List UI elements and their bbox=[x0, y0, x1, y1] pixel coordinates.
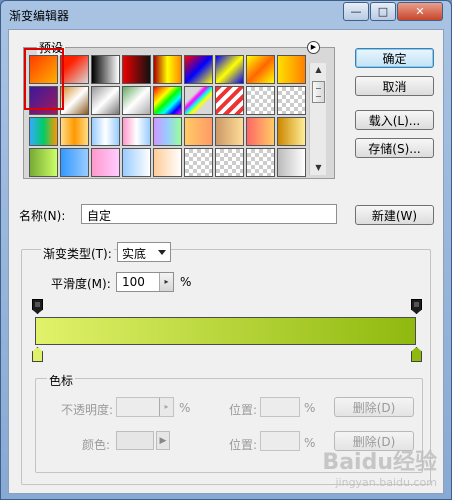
stop-position-label-1: 位置: bbox=[229, 403, 258, 417]
stop-position-input-1[interactable] bbox=[260, 397, 300, 417]
presets-menu-arrow-icon[interactable]: ▶ bbox=[307, 41, 320, 54]
preset-swatch[interactable] bbox=[215, 86, 244, 115]
close-button[interactable]: ✕ bbox=[397, 2, 443, 21]
preset-swatch[interactable] bbox=[29, 55, 58, 84]
window-title: 渐变编辑器 bbox=[9, 9, 70, 23]
preset-swatch[interactable] bbox=[122, 117, 151, 146]
name-input[interactable]: 自定 bbox=[81, 204, 337, 224]
stop-position-unit-1: % bbox=[304, 401, 316, 415]
preset-swatch[interactable] bbox=[91, 86, 120, 115]
stop-opacity-label: 不透明度: bbox=[61, 403, 114, 417]
watermark-brand: Baidu经验 bbox=[322, 450, 437, 475]
preset-swatch[interactable] bbox=[91, 55, 120, 84]
gradient-preview-bar[interactable] bbox=[35, 317, 416, 345]
preset-swatch[interactable] bbox=[184, 117, 213, 146]
preset-swatch[interactable] bbox=[184, 55, 213, 84]
delete-opacity-stop-button[interactable]: 删除(D) bbox=[334, 397, 414, 417]
load-button[interactable]: 载入(L)... bbox=[355, 110, 434, 130]
preset-swatch[interactable] bbox=[277, 86, 306, 115]
preset-swatch[interactable] bbox=[122, 148, 151, 177]
watermark-url: jingyan.baidu.com bbox=[335, 476, 437, 489]
ok-button[interactable]: 确定 bbox=[355, 48, 434, 68]
preset-swatch[interactable] bbox=[60, 86, 89, 115]
preset-swatch[interactable] bbox=[122, 55, 151, 84]
scroll-down-icon[interactable]: ▼ bbox=[310, 161, 327, 175]
gradient-type-label: 渐变类型(T): bbox=[41, 245, 114, 262]
scroll-up-icon[interactable]: ▲ bbox=[310, 63, 327, 77]
preset-swatch[interactable] bbox=[153, 117, 182, 146]
new-button[interactable]: 新建(W) bbox=[355, 205, 434, 225]
stop-opacity-input[interactable]: ▸ bbox=[116, 397, 174, 417]
name-label: 名称(N): bbox=[19, 209, 66, 223]
title-bar[interactable]: 渐变编辑器 — □ ✕ bbox=[1, 1, 451, 29]
preset-swatch[interactable] bbox=[91, 148, 120, 177]
minimize-button[interactable]: — bbox=[343, 2, 369, 21]
preset-swatch[interactable] bbox=[60, 148, 89, 177]
presets-grid bbox=[29, 55, 306, 177]
gradient-editor-window: 渐变编辑器 — □ ✕ 预设 ▶ ▲ ▼ 确定 取消 载入(L)... 存储(S… bbox=[0, 0, 452, 500]
preset-swatch[interactable] bbox=[246, 55, 275, 84]
save-button[interactable]: 存储(S)... bbox=[355, 138, 434, 158]
stop-color-swatch[interactable] bbox=[116, 431, 154, 450]
smoothness-stepper-icon[interactable]: ▸ bbox=[159, 273, 173, 291]
preset-swatch[interactable] bbox=[215, 55, 244, 84]
preset-swatch[interactable] bbox=[246, 117, 275, 146]
stop-position-input-2[interactable] bbox=[260, 431, 300, 451]
smoothness-unit: % bbox=[180, 275, 192, 289]
preset-swatch[interactable] bbox=[29, 117, 58, 146]
preset-swatch[interactable] bbox=[184, 148, 213, 177]
opacity-stepper-icon[interactable]: ▸ bbox=[159, 398, 173, 416]
stop-opacity-unit: % bbox=[179, 401, 191, 415]
preset-swatch[interactable] bbox=[246, 148, 275, 177]
chevron-down-icon bbox=[158, 250, 166, 255]
preset-swatch[interactable] bbox=[29, 148, 58, 177]
presets-label: 预设 bbox=[37, 39, 66, 56]
preset-swatch[interactable] bbox=[277, 148, 306, 177]
preset-swatch[interactable] bbox=[184, 86, 213, 115]
gradient-type-select[interactable]: 实底 bbox=[117, 242, 171, 262]
color-menu-arrow-icon[interactable]: ▶ bbox=[156, 431, 170, 450]
preset-swatch[interactable] bbox=[215, 117, 244, 146]
preset-swatch[interactable] bbox=[277, 55, 306, 84]
presets-scrollbar[interactable]: ▲ ▼ bbox=[309, 63, 326, 175]
preset-swatch[interactable] bbox=[277, 117, 306, 146]
preset-swatch[interactable] bbox=[246, 86, 275, 115]
preset-swatch[interactable] bbox=[60, 55, 89, 84]
maximize-button[interactable]: □ bbox=[370, 2, 396, 21]
preset-swatch[interactable] bbox=[122, 86, 151, 115]
scroll-thumb[interactable] bbox=[312, 81, 325, 103]
preset-swatch[interactable] bbox=[29, 86, 58, 115]
stop-position-label-2: 位置: bbox=[229, 438, 258, 452]
stops-group-label: 色标 bbox=[47, 372, 76, 389]
gradient-type-value: 实底 bbox=[122, 247, 147, 261]
preset-swatch[interactable] bbox=[153, 86, 182, 115]
smoothness-label: 平滑度(M): bbox=[51, 277, 111, 291]
preset-swatch[interactable] bbox=[91, 117, 120, 146]
smoothness-input[interactable]: 100 ▸ bbox=[116, 272, 174, 292]
preset-swatch[interactable] bbox=[60, 117, 89, 146]
stop-color-label: 颜色: bbox=[82, 438, 111, 452]
preset-swatch[interactable] bbox=[153, 148, 182, 177]
preset-swatch[interactable] bbox=[153, 55, 182, 84]
watermark: Baidu经验 jingyan.baidu.com bbox=[322, 444, 437, 489]
preset-swatch[interactable] bbox=[215, 148, 244, 177]
smoothness-value: 100 bbox=[122, 275, 145, 289]
cancel-button[interactable]: 取消 bbox=[355, 76, 434, 96]
stop-position-unit-2: % bbox=[304, 436, 316, 450]
